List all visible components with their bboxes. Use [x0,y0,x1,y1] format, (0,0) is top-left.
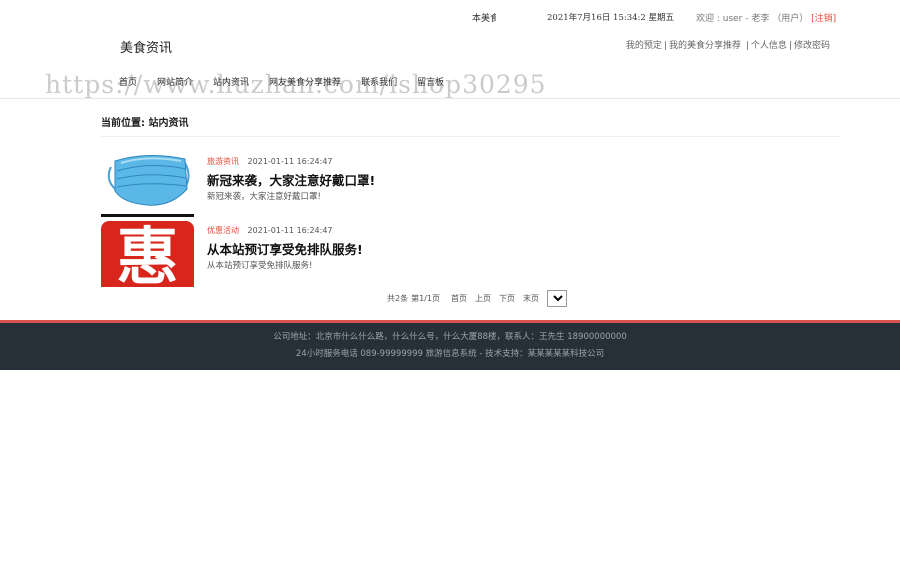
welcome-text: 欢迎 : user - 老李 （用户） [696,14,809,24]
footer-address: 公司地址：北京市什么什么路，什么什么号，什么大厦88楼，联系人：王先生 1890… [273,332,627,342]
footer-contact: 24小时服务电话 089-99999999 旅游信息系统 - 技术支持：某某某某… [295,349,605,359]
pager-total: 共2条 [387,294,409,303]
page-select[interactable]: 1 [546,290,567,307]
news-category[interactable]: 优惠活动 [207,226,239,235]
logout-link[interactable]: [注销] [811,14,836,24]
pager-page-info: 第1/1页 [411,294,440,303]
news-category[interactable]: 旅游资讯 [207,157,239,166]
breadcrumb: 当前位置: 站内资讯 [101,118,189,129]
hui-character: 惠 [116,221,179,288]
news-meta: 旅游资讯 2021-01-11 16:24:47 [207,156,333,167]
news-summary: 从本站预订享受免排队服务! [207,261,313,271]
pager-next[interactable]: 下页 [499,293,515,304]
hui-discount-image[interactable]: 惠 [101,221,194,287]
news-meta: 优惠活动 2021-01-11 16:24:47 [207,225,333,236]
news-title[interactable]: 从本站预订享受免排队服务! [207,239,363,258]
news-item[interactable]: 旅游资讯 2021-01-11 16:24:47 新冠来袭，大家注意好戴口罩! … [101,149,601,219]
nav-about[interactable]: 网站简介 [157,75,193,88]
user-links: 我的预定 | 我的美食分享推荐 | 个人信息 | 修改密码 [626,38,830,51]
pager-info: 共2条 第1/1页 [387,293,443,304]
news-title[interactable]: 新冠来袭，大家注意好戴口罩! [207,170,375,189]
marquee-text: 本美食 [472,14,496,24]
nav-home[interactable]: 首页 [119,75,137,88]
footer: 公司地址：北京市什么什么路，什么什么号，什么大厦88楼，联系人：王先生 1890… [0,320,900,370]
nav-contact[interactable]: 联系我们 [361,75,397,88]
change-password-link[interactable]: 修改密码 [794,41,830,51]
nav-guestbook[interactable]: 留言板 [417,75,444,88]
nav-divider [0,98,900,99]
nav-food-shares[interactable]: 网友美食分享推荐 [269,75,341,88]
pager-prev[interactable]: 上页 [475,293,491,304]
separator: | [745,41,749,51]
pager-last[interactable]: 末页 [523,293,539,304]
welcome-area: 欢迎 : user - 老李 （用户） [注销] [696,11,836,24]
news-summary: 新冠来袭，大家注意好戴口罩! [207,192,321,202]
my-food-shares-link[interactable]: 我的美食分享推荐 [669,41,741,51]
news-date: 2021-01-11 16:24:47 [247,157,333,166]
face-mask-image[interactable] [101,149,194,217]
separator: | [663,41,667,51]
pagination: 共2条 第1/1页 首页 上页 下页 末页 1 [387,290,567,307]
main-nav: 首页 网站简介 站内资讯 网友美食分享推荐 联系我们 留言板 [119,75,464,88]
top-bar: 本美食 2021年7月16日 15:34:2 星期五 欢迎 : user - 老… [0,10,900,26]
profile-link[interactable]: 个人信息 [751,41,787,51]
separator: | [788,41,792,51]
nav-news[interactable]: 站内资讯 [213,75,249,88]
news-date: 2021-01-11 16:24:47 [247,226,333,235]
news-item[interactable]: 惠 优惠活动 2021-01-11 16:24:47 从本站预订享受免排队服务!… [101,218,601,288]
site-logo[interactable]: 美食资讯 [120,37,172,56]
my-reservations-link[interactable]: 我的预定 [626,41,662,51]
pager-first[interactable]: 首页 [451,293,467,304]
datetime-display: 2021年7月16日 15:34:2 星期五 [547,13,675,23]
breadcrumb-divider [101,136,840,137]
